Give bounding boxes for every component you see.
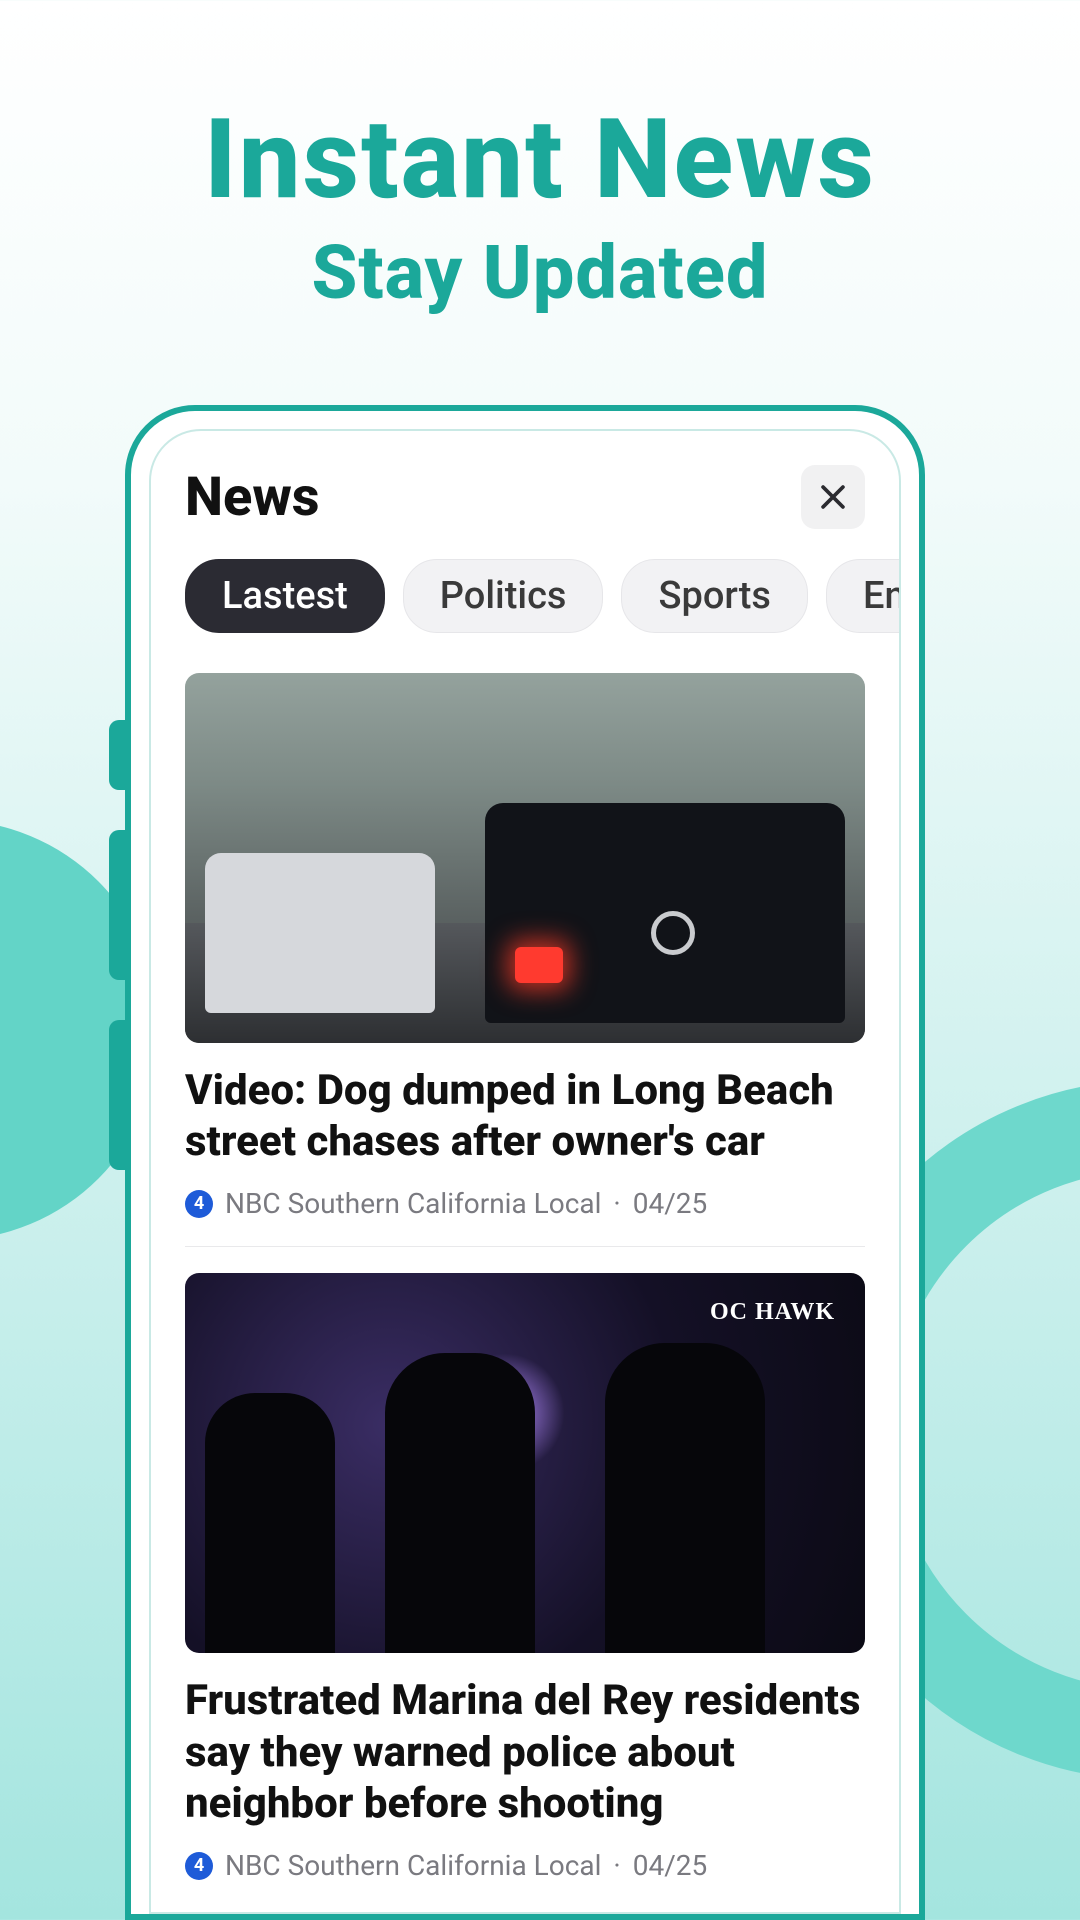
tab-latest[interactable]: Lastest (185, 559, 385, 633)
tab-entertainment[interactable]: Entertainment (826, 559, 899, 633)
phone-frame: News Lastest Politics Sports Entertainme… (125, 405, 925, 1920)
article-card[interactable]: OC HAWK Frustrated Marina del Rey reside… (185, 1273, 865, 1908)
meta-separator: · (613, 1849, 620, 1882)
source-icon: 4 (185, 1852, 213, 1880)
phone-screen: News Lastest Politics Sports Entertainme… (149, 429, 901, 1914)
page-title: News (185, 466, 319, 529)
promo-subtitle: Stay Updated (0, 230, 1080, 317)
close-button[interactable] (801, 465, 865, 529)
article-headline: Video: Dog dumped in Long Beach street c… (185, 1065, 865, 1167)
article-meta: 4 NBC Southern California Local · 04/25 (185, 1187, 865, 1220)
meta-separator: · (613, 1187, 620, 1220)
promo-title: Instant News (0, 95, 1080, 224)
article-list: Video: Dog dumped in Long Beach street c… (151, 651, 899, 1908)
article-thumbnail (185, 673, 865, 1043)
source-icon: 4 (185, 1190, 213, 1218)
tab-politics[interactable]: Politics (403, 559, 604, 633)
article-meta: 4 NBC Southern California Local · 04/25 (185, 1849, 865, 1882)
article-date: 04/25 (633, 1187, 708, 1220)
article-card[interactable]: Video: Dog dumped in Long Beach street c… (185, 673, 865, 1247)
tab-sports[interactable]: Sports (621, 559, 808, 633)
close-icon (816, 480, 850, 514)
thumbnail-watermark: OC HAWK (710, 1299, 835, 1326)
article-source: NBC Southern California Local (225, 1849, 601, 1882)
article-headline: Frustrated Marina del Rey residents say … (185, 1675, 865, 1829)
article-date: 04/25 (633, 1849, 708, 1882)
article-source: NBC Southern California Local (225, 1187, 601, 1220)
article-thumbnail: OC HAWK (185, 1273, 865, 1653)
category-tabs: Lastest Politics Sports Entertainment (151, 541, 899, 651)
news-header: News (151, 431, 899, 541)
